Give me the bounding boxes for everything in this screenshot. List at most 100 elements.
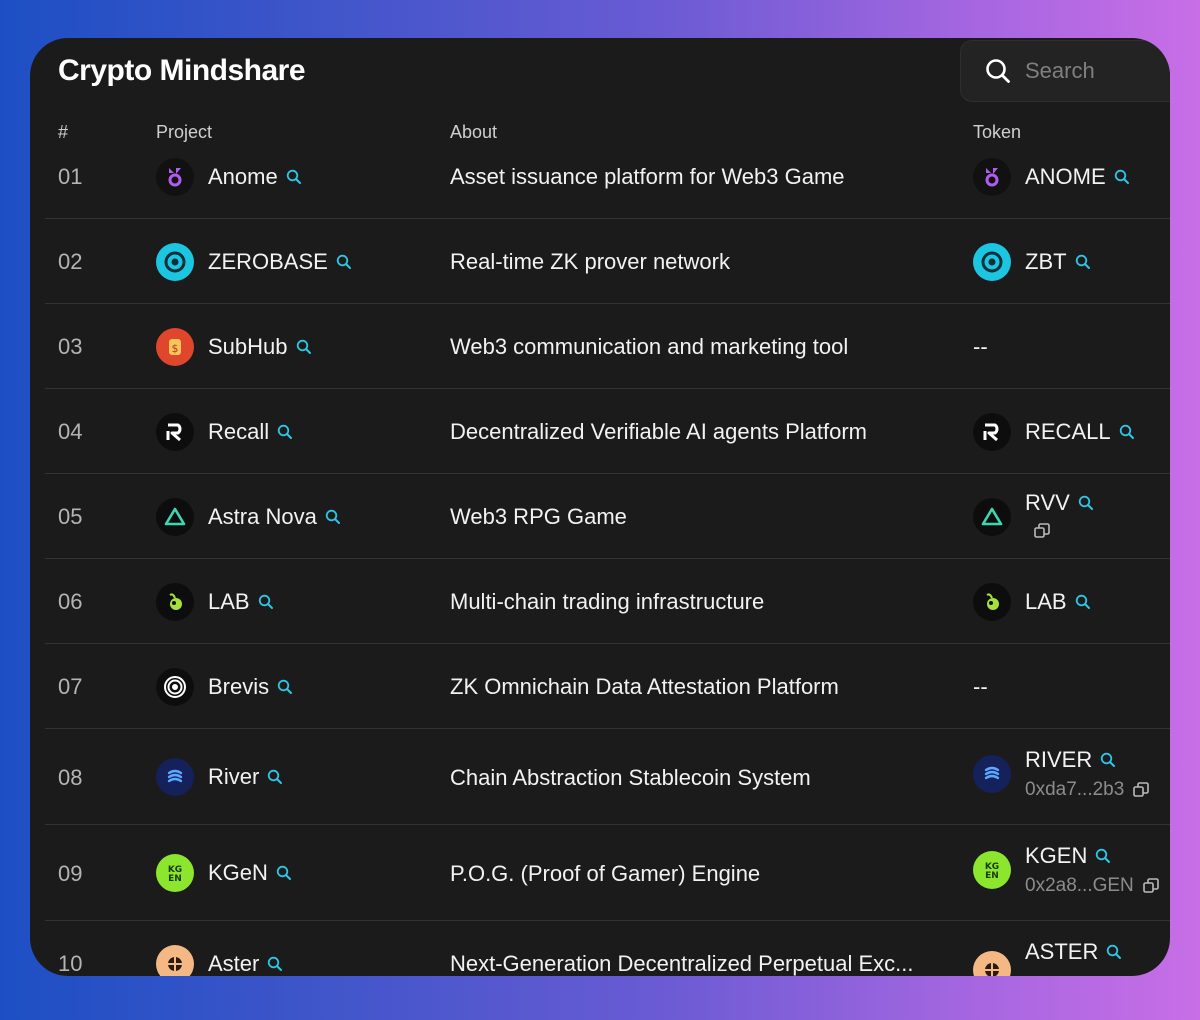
about-text: Chain Abstraction Stablecoin System (450, 765, 811, 790)
token-cell[interactable]: RECALL (973, 413, 1135, 451)
about-text: P.O.G. (Proof of Gamer) Engine (450, 861, 761, 886)
project-cell[interactable]: Astra Nova (156, 498, 341, 536)
table-row[interactable]: 07 Brevis ZK Omnichain Data Attestation … (45, 644, 1170, 729)
search-icon[interactable] (286, 169, 302, 185)
search-icon[interactable] (258, 594, 274, 610)
project-cell[interactable]: ZEROBASE (156, 243, 352, 281)
brevis-logo-icon (156, 668, 194, 706)
row-number: 05 (58, 504, 83, 529)
search-icon[interactable] (1114, 169, 1130, 185)
svg-text:EN: EN (168, 874, 182, 884)
search-icon[interactable] (1106, 944, 1122, 960)
recall-logo-icon (973, 413, 1011, 451)
search-input[interactable] (1025, 58, 1170, 84)
token-symbol[interactable]: ASTER (1025, 939, 1098, 965)
project-cell[interactable]: $ SubHub (156, 328, 312, 366)
token-symbol[interactable]: LAB (1025, 589, 1067, 615)
project-name[interactable]: KGeN (208, 860, 268, 886)
project-name[interactable]: SubHub (208, 334, 288, 360)
search-icon[interactable] (1095, 848, 1111, 864)
search-icon[interactable] (276, 865, 292, 881)
project-name[interactable]: Brevis (208, 674, 269, 700)
project-name[interactable]: LAB (208, 589, 250, 615)
token-symbol[interactable]: ZBT (1025, 249, 1067, 275)
copy-icon[interactable] (1132, 781, 1150, 799)
project-name[interactable]: Anome (208, 164, 278, 190)
about-text: Next-Generation Decentralized Perpetual … (450, 951, 914, 976)
about-text: Asset issuance platform for Web3 Game (450, 164, 845, 189)
table-row[interactable]: 03 $ SubHub Web3 communication and marke… (45, 304, 1170, 389)
astra-nova-logo-icon (973, 498, 1011, 536)
project-name[interactable]: Recall (208, 419, 269, 445)
project-cell[interactable]: Aster (156, 945, 283, 976)
token-cell[interactable]: ZBT (973, 243, 1091, 281)
project-name[interactable]: River (208, 764, 259, 790)
search-icon[interactable] (336, 254, 352, 270)
search-icon[interactable] (1119, 424, 1135, 440)
token-symbol[interactable]: RVV (1025, 490, 1070, 516)
table-row[interactable]: 01 Anome Asset issuance platform for Web… (45, 134, 1170, 219)
search-icon[interactable] (1100, 752, 1116, 768)
zerobase-logo-icon (156, 243, 194, 281)
table-row[interactable]: 02 ZEROBASE Real-time ZK prover network … (45, 219, 1170, 304)
table-row[interactable]: 05 Astra Nova Web3 RPG Game RVV (45, 474, 1170, 559)
svg-text:$: $ (172, 342, 179, 355)
table-row[interactable]: 04 Recall Decentralized Verifiable AI ag… (45, 389, 1170, 474)
project-cell[interactable]: LAB (156, 583, 274, 621)
kgen-logo-icon: KG EN (156, 854, 194, 892)
row-number: 10 (58, 951, 83, 976)
token-cell[interactable]: ANOME (973, 158, 1130, 196)
token-cell[interactable]: RIVER 0xda7...2b3 (973, 747, 1150, 801)
table-row[interactable]: 10 Aster Next-Generation Decentralized P… (45, 921, 1170, 976)
project-name[interactable]: Astra Nova (208, 504, 317, 530)
search-icon[interactable] (267, 956, 283, 972)
about-text: Real-time ZK prover network (450, 249, 730, 274)
project-cell[interactable]: KG EN KGeN (156, 854, 292, 892)
search-icon[interactable] (1075, 254, 1091, 270)
table-row[interactable]: 06 LAB Multi-chain trading infrastructur… (45, 559, 1170, 644)
table-row[interactable]: 09 KG EN KGeN P.O.G. (Proof of Gamer) Eng… (45, 825, 1170, 921)
search-icon[interactable] (1075, 594, 1091, 610)
project-cell[interactable]: Anome (156, 158, 302, 196)
search-icon[interactable] (325, 509, 341, 525)
search-icon[interactable] (267, 769, 283, 785)
token-symbol[interactable]: RIVER (1025, 747, 1092, 773)
token-symbol[interactable]: KGEN (1025, 843, 1087, 869)
token-symbol[interactable]: ANOME (1025, 164, 1106, 190)
zerobase-logo-icon (973, 243, 1011, 281)
token-symbol: -- (973, 334, 988, 359)
token-symbol[interactable]: RECALL (1025, 419, 1111, 445)
row-number: 04 (58, 419, 83, 444)
search-icon[interactable] (277, 424, 293, 440)
anome-logo-icon (973, 158, 1011, 196)
copy-icon[interactable] (1033, 522, 1051, 540)
aster-logo-icon (973, 951, 1011, 976)
search-icon[interactable] (1078, 495, 1094, 511)
table-body: 01 Anome Asset issuance platform for Web… (30, 134, 1170, 976)
row-number: 03 (58, 334, 83, 359)
project-name[interactable]: ZEROBASE (208, 249, 328, 275)
project-name[interactable]: Aster (208, 951, 259, 976)
token-cell[interactable]: KG EN KGEN 0x2a8...GEN (973, 843, 1160, 897)
project-cell[interactable]: Recall (156, 413, 293, 451)
lab-logo-icon (973, 583, 1011, 621)
table-row[interactable]: 08 River Chain Abstraction Stablecoin Sy… (45, 729, 1170, 825)
row-number: 07 (58, 674, 83, 699)
astra-nova-logo-icon (156, 498, 194, 536)
project-cell[interactable]: River (156, 758, 283, 796)
project-cell[interactable]: Brevis (156, 668, 293, 706)
copy-icon[interactable] (1142, 877, 1160, 895)
about-text: Web3 RPG Game (450, 504, 627, 529)
row-number: 01 (58, 164, 83, 189)
token-cell: -- (973, 674, 988, 700)
token-cell[interactable]: ASTER (973, 939, 1122, 976)
search-icon[interactable] (296, 339, 312, 355)
token-cell[interactable]: LAB (973, 583, 1091, 621)
kgen-logo-icon: KG EN (973, 851, 1011, 889)
aster-logo-icon (156, 945, 194, 976)
search-box[interactable] (960, 40, 1170, 102)
token-cell[interactable]: RVV (973, 490, 1094, 540)
search-icon[interactable] (277, 679, 293, 695)
token-symbol: -- (973, 674, 988, 699)
token-address: 0x2a8...GEN (1025, 875, 1134, 896)
